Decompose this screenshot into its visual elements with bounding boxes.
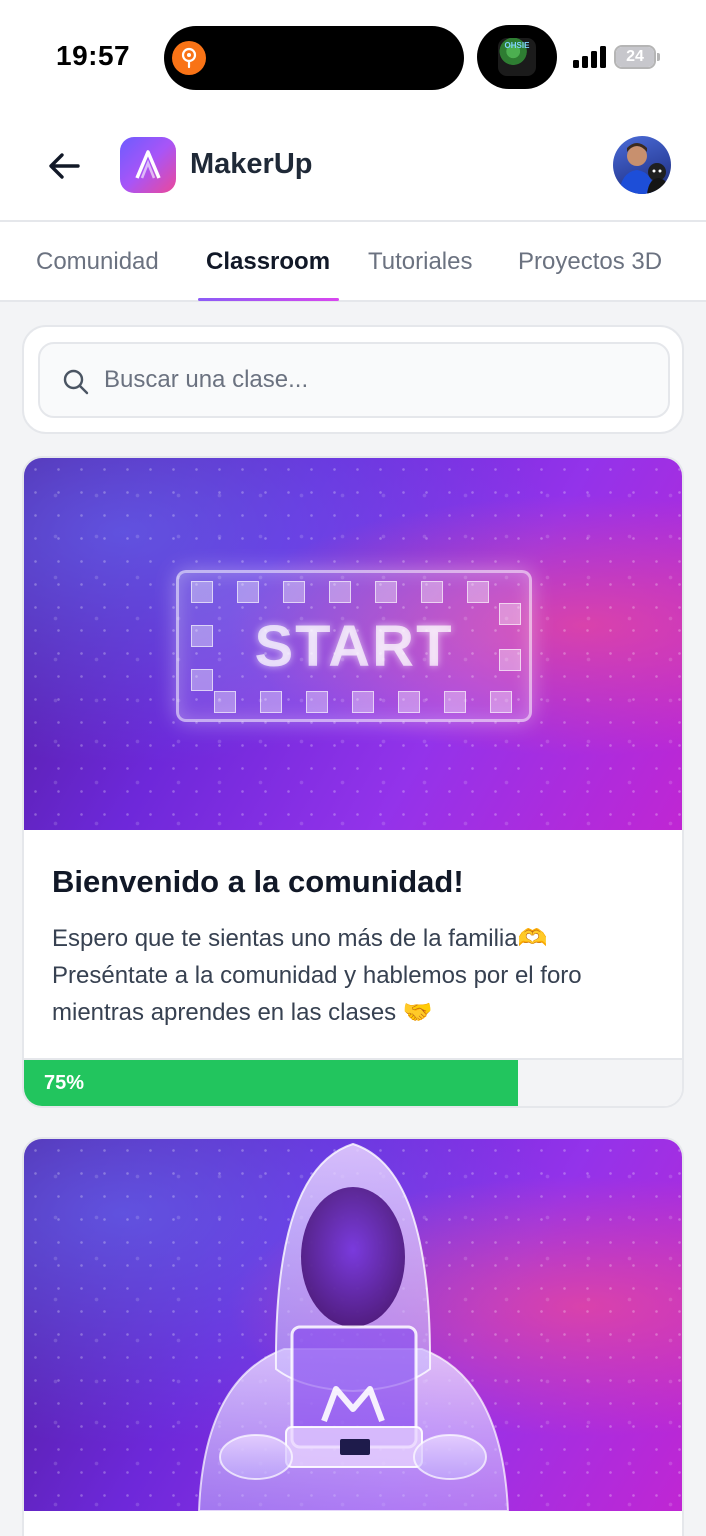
tab-proyectos-3d[interactable]: Proyectos 3D <box>518 248 662 276</box>
cellular-signal-icon <box>573 46 606 68</box>
course-progress-bar: 75% <box>24 1058 682 1106</box>
tab-classroom[interactable]: Classroom <box>206 248 330 276</box>
app-logo <box>120 137 176 193</box>
app-title: MakerUp <box>190 148 313 180</box>
battery-cap <box>657 53 660 61</box>
hooded-figure-printer-illustration <box>197 1142 510 1511</box>
progress-label: 75% <box>44 1072 85 1094</box>
arrow-left-icon <box>49 153 80 179</box>
cover-start-text: START <box>254 614 454 679</box>
search-card <box>22 325 684 434</box>
thumbnail-label: OHSIE <box>504 41 530 50</box>
course-cover-image <box>24 1139 682 1511</box>
description-line: Espero que te sientas uno más de la fami… <box>52 925 548 952</box>
live-activity-thumbnail[interactable]: OHSIE <box>477 25 557 89</box>
start-sign: START <box>176 570 532 722</box>
course-title: Bienvenido a la comunidad! <box>52 864 464 899</box>
avatar-photo-icon <box>619 143 669 194</box>
active-tab-indicator <box>198 298 339 301</box>
battery-level: 24 <box>616 47 654 67</box>
description-line: Preséntate a la comunidad y hablemos por… <box>52 962 582 989</box>
tab-tutoriales[interactable]: Tutoriales <box>368 248 472 276</box>
search-icon <box>63 369 89 395</box>
game-thumbnail-icon: OHSIE <box>498 38 536 76</box>
course-card[interactable]: START Bienvenido a la comunidad! Espero … <box>22 456 684 1108</box>
status-bar: 19:57 OHSIE 24 <box>0 0 706 112</box>
section-tabs: Comunidad Classroom Tutoriales Proyectos… <box>0 222 706 302</box>
progress-fill <box>24 1060 518 1106</box>
course-cover-image: START <box>24 458 682 830</box>
status-time: 19:57 <box>56 40 131 71</box>
user-avatar[interactable] <box>613 136 671 194</box>
course-description: Espero que te sientas uno más de la fami… <box>52 920 662 1031</box>
battery-icon: 24 <box>614 45 656 69</box>
makerup-logo-icon <box>135 150 161 179</box>
course-card[interactable] <box>22 1137 684 1536</box>
dynamic-island[interactable] <box>164 26 464 90</box>
app-header: MakerUp <box>0 112 706 222</box>
back-button[interactable] <box>40 142 88 190</box>
search-input[interactable] <box>104 344 654 416</box>
live-activity-icon <box>172 41 206 75</box>
search-box[interactable] <box>38 342 670 418</box>
tab-comunidad[interactable]: Comunidad <box>36 248 159 276</box>
description-line: mientras aprendes en las clases 🤝 <box>52 999 433 1026</box>
